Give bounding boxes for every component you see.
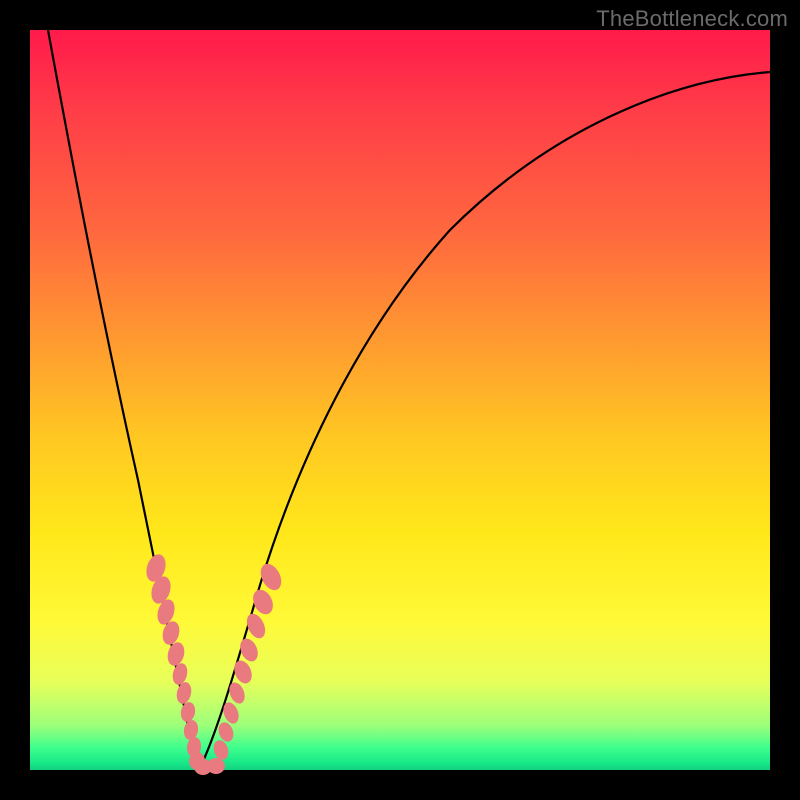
bead-cluster-left [143, 552, 205, 771]
bead-cluster-right [211, 560, 285, 761]
bead-cluster-valley [194, 758, 225, 775]
curve-right-branch [200, 72, 770, 768]
watermark-text: TheBottleneck.com [596, 6, 788, 32]
chart-frame: TheBottleneck.com [0, 0, 800, 800]
chart-svg [30, 30, 770, 770]
chart-plot-area [30, 30, 770, 770]
